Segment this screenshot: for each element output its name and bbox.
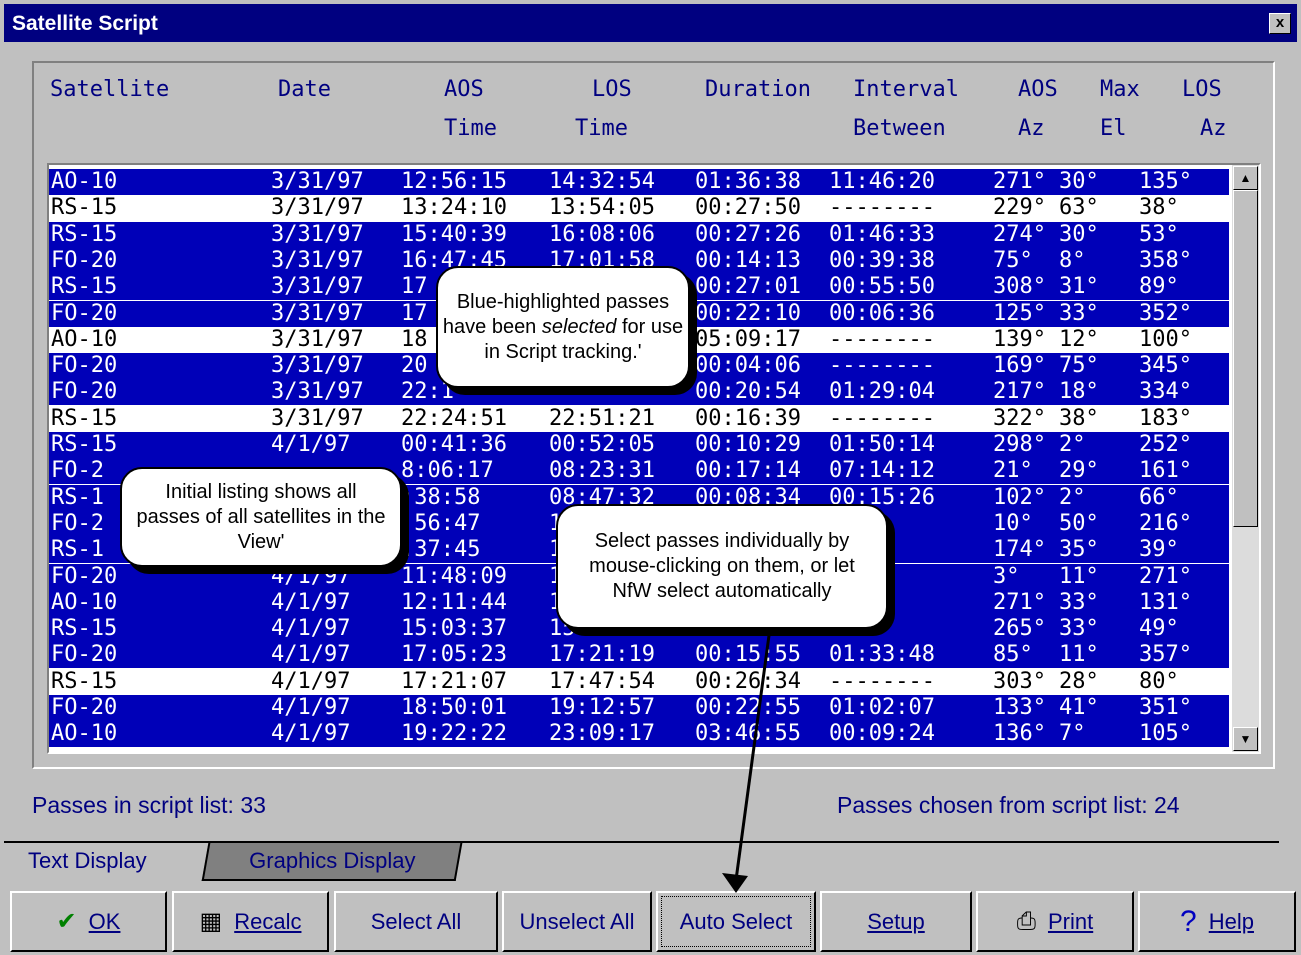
arrow-to-auto-select	[722, 627, 772, 893]
